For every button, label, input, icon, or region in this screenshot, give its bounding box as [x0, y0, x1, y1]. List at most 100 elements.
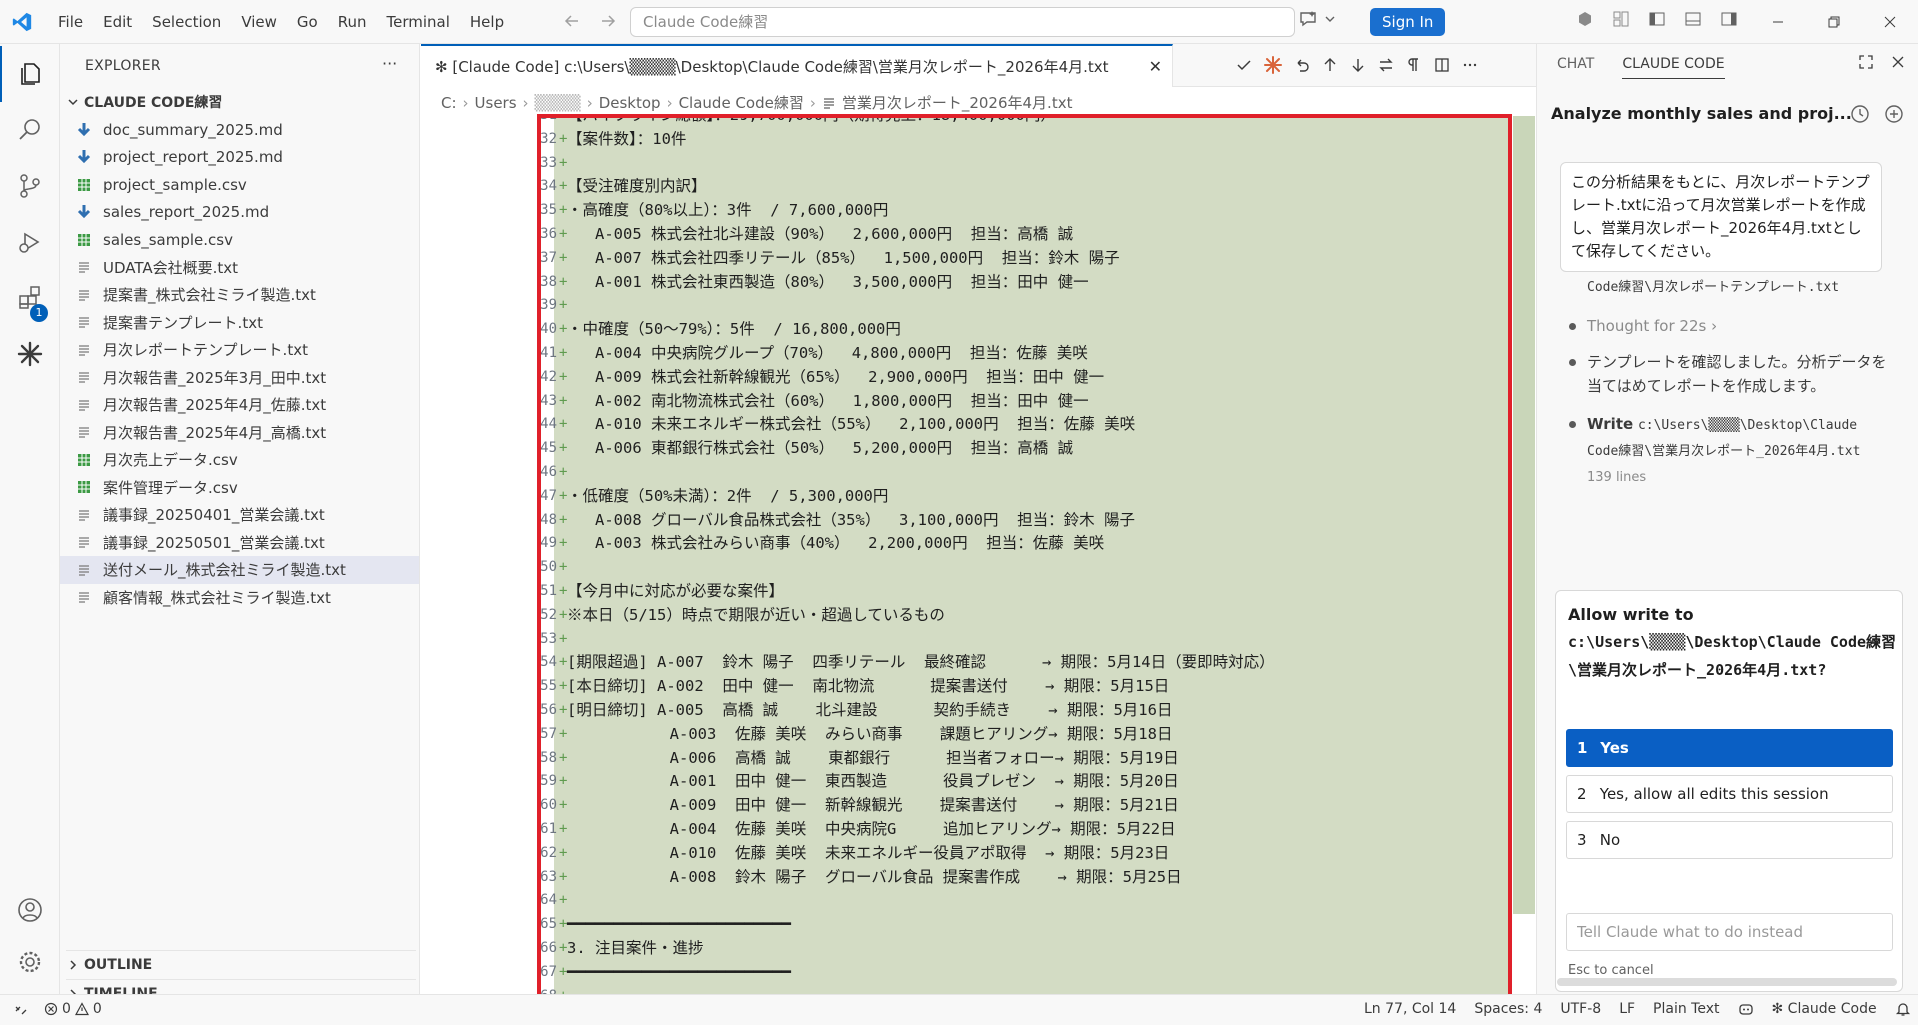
breadcrumb-item[interactable]: Claude Code練習 [679, 92, 804, 113]
panel-scrollbar[interactable] [1557, 978, 1897, 986]
chevron-right-icon [66, 958, 80, 972]
line-number: 32 [540, 130, 557, 147]
thought-step[interactable]: Thought for 22s › [1567, 314, 1887, 338]
copilot-chat-icon[interactable] [1298, 10, 1318, 28]
file-tree-item[interactable]: doc_summary_2025.md [60, 116, 419, 144]
file-tree-item[interactable]: 月次売上データ.csv [60, 446, 419, 474]
line-text: ━━━━━━━━━━━━━━━━━━━━━━━━ [567, 962, 791, 981]
menu-file[interactable]: File [48, 0, 93, 44]
copilot-status-icon[interactable] [1738, 1001, 1754, 1017]
remote-icon[interactable] [14, 1002, 28, 1016]
chevron-down-icon[interactable] [1324, 13, 1336, 25]
split-editor-icon[interactable] [1434, 57, 1450, 73]
problems-indicator[interactable]: 0 0 [44, 1001, 102, 1017]
account-icon[interactable] [0, 882, 60, 938]
menu-terminal[interactable]: Terminal [377, 0, 460, 44]
menu-help[interactable]: Help [460, 0, 514, 44]
instead-input[interactable] [1566, 913, 1893, 951]
close-window-icon[interactable] [1862, 0, 1918, 44]
swap-icon[interactable] [1378, 57, 1394, 73]
language-mode[interactable]: Plain Text [1653, 1001, 1719, 1017]
option-yes-all[interactable]: 2 Yes, allow all edits this session [1566, 775, 1893, 813]
sign-in-button[interactable]: Sign In [1370, 8, 1446, 36]
menu-run[interactable]: Run [328, 0, 377, 44]
file-tree-item[interactable]: 議事録_20250401_営業会議.txt [60, 501, 419, 529]
pilcrow-icon[interactable] [1406, 57, 1422, 73]
editor-tab-active[interactable]: ✻ [Claude Code] c:\Users\▒▒▒▒\Desktop\Cl… [421, 44, 1173, 87]
back-arrow-icon[interactable] [563, 12, 581, 30]
file-tree-item[interactable]: 月次報告書_2025年4月_高橋.txt [60, 419, 419, 447]
claude-icon[interactable] [0, 326, 60, 382]
file-name: project_report_2025.md [103, 148, 283, 167]
menu-edit[interactable]: Edit [93, 0, 142, 44]
forward-arrow-icon[interactable] [599, 12, 617, 30]
file-tree-item[interactable]: project_sample.csv [60, 171, 419, 199]
file-tree-item[interactable]: 送付メール_株式会社ミライ製造.txt [60, 556, 419, 584]
file-tree-item[interactable]: project_report_2025.md [60, 144, 419, 172]
file-tree-item[interactable]: 案件管理データ.csv [60, 474, 419, 502]
file-tree-item[interactable]: sales_report_2025.md [60, 199, 419, 227]
minimize-icon[interactable] [1750, 0, 1806, 44]
option-no[interactable]: 3 No [1566, 821, 1893, 859]
file-tree-item[interactable]: 月次レポートテンプレート.txt [60, 336, 419, 364]
tab-chat[interactable]: CHAT [1557, 56, 1594, 79]
explorer-more-actions[interactable]: ··· [382, 54, 397, 73]
minimap[interactable] [1513, 116, 1535, 914]
menu-go[interactable]: Go [287, 0, 328, 44]
cursor-position[interactable]: Ln 77, Col 14 [1364, 1001, 1456, 1017]
explorer-icon[interactable] [0, 46, 60, 102]
line-endings[interactable]: LF [1619, 1001, 1635, 1017]
file-tree-item[interactable]: UDATA会社概要.txt [60, 254, 419, 282]
source-control-icon[interactable] [0, 158, 60, 214]
code-view[interactable]: 31 + 【パイプライン総額】：29,700,000円（期待売上：18,400,00… [421, 116, 1536, 994]
toggle-secondary-sidebar-icon[interactable] [1720, 10, 1738, 28]
arrow-up-icon[interactable] [1322, 57, 1338, 73]
breadcrumb-item[interactable]: Desktop [599, 94, 661, 112]
file-tree-item[interactable]: sales_sample.csv [60, 226, 419, 254]
indentation[interactable]: Spaces: 4 [1474, 1001, 1542, 1017]
thought-label: Thought for 22s [1587, 317, 1707, 335]
tab-close-icon[interactable]: ✕ [1149, 57, 1162, 76]
maximize-icon[interactable] [1858, 54, 1874, 70]
notifications-bell-icon[interactable] [1895, 1001, 1911, 1017]
breadcrumb-item[interactable]: Users [475, 94, 517, 112]
breadcrumb-file[interactable]: 営業月次レポート_2026年4月.txt [842, 92, 1073, 113]
toggle-panel-icon[interactable] [1684, 10, 1702, 28]
claude-code-status[interactable]: ✻ Claude Code [1772, 1001, 1877, 1017]
more-actions-icon[interactable] [1462, 57, 1478, 73]
close-panel-icon[interactable] [1890, 54, 1906, 70]
new-chat-icon[interactable] [1884, 104, 1904, 124]
diff-plus-marker: + [559, 297, 568, 314]
option-yes[interactable]: 1 Yes [1566, 729, 1893, 767]
extensions-icon[interactable]: 1 [0, 270, 60, 326]
encoding[interactable]: UTF-8 [1560, 1001, 1601, 1017]
file-tree-item[interactable]: 提案書テンプレート.txt [60, 309, 419, 337]
revert-icon[interactable] [1294, 57, 1310, 73]
workspace-folder[interactable]: CLAUDE CODE練習 [66, 92, 222, 112]
file-tree-item[interactable]: 提案書_株式会社ミライ製造.txt [60, 281, 419, 309]
file-tree-item[interactable]: 議事録_20250501_営業会議.txt [60, 529, 419, 557]
code-line: 50 + [421, 556, 1511, 580]
copilot-icon[interactable] [1576, 10, 1594, 28]
breadcrumb-item[interactable]: C: [441, 94, 457, 112]
file-tree-item[interactable]: 月次報告書_2025年3月_田中.txt [60, 364, 419, 392]
tab-claude-code[interactable]: CLAUDE CODE [1622, 56, 1725, 79]
command-center-search[interactable]: Claude Code練習 [630, 7, 1295, 37]
settings-gear-icon[interactable] [0, 934, 60, 990]
toggle-primary-sidebar-icon[interactable] [1648, 10, 1666, 28]
restore-icon[interactable] [1806, 0, 1862, 44]
menu-selection[interactable]: Selection [142, 0, 231, 44]
search-icon[interactable] [0, 102, 60, 158]
customize-layout-icon[interactable] [1612, 10, 1630, 28]
file-tree-item[interactable]: 月次報告書_2025年4月_佐藤.txt [60, 391, 419, 419]
file-tree-item[interactable]: 顧客情報_株式会社ミライ製造.txt [60, 584, 419, 612]
breadcrumb-item[interactable]: ▒▒▒▒ [535, 94, 581, 112]
menu-view[interactable]: View [231, 0, 287, 44]
outline-section[interactable]: OUTLINE [66, 950, 416, 973]
accept-check-icon[interactable] [1236, 57, 1252, 73]
history-icon[interactable] [1850, 104, 1870, 124]
line-text: [期限超過] A-007 鈴木 陽子 四季リテール 最終確認 → 期限：5月14… [567, 653, 1275, 672]
run-debug-icon[interactable] [0, 214, 60, 270]
claude-spark-icon[interactable] [1264, 56, 1282, 74]
arrow-down-icon[interactable] [1350, 57, 1366, 73]
